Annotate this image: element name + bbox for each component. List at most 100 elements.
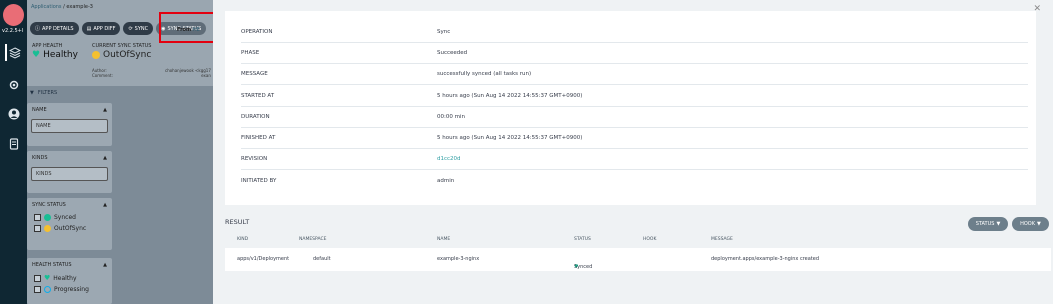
current-sync-label: CURRENT SYNC STATUS — [92, 43, 152, 49]
settings-gear-icon[interactable] — [5, 76, 22, 93]
name-filter-panel: NAME ▲ NAME — [27, 103, 112, 146]
status-filter-label: STATUS — [975, 221, 995, 227]
breadcrumb-applications[interactable]: Applications — [31, 4, 62, 10]
detail-key: PHASE — [241, 50, 260, 56]
sync-label: SYNC — [134, 25, 149, 32]
detail-row: REVISION d1cc20d — [241, 149, 1028, 170]
column-status: STATUS — [574, 237, 591, 242]
out-of-sync-icon — [92, 51, 100, 59]
progressing-option-label: Progressing — [54, 286, 89, 293]
breadcrumb-separator: / — [63, 4, 65, 10]
checkbox[interactable] — [34, 225, 41, 232]
collapse-icon[interactable]: ▲ — [103, 262, 107, 268]
filter-icon: ▼ — [1037, 221, 1041, 227]
detail-key: STARTED AT — [241, 93, 275, 99]
row-kind: apps/v1/Deployment — [237, 256, 290, 262]
app-details-label: APP DETAILS — [42, 25, 74, 32]
comment-label: Comment: — [92, 73, 113, 78]
user-icon[interactable] — [5, 105, 22, 122]
kinds-filter-input[interactable]: KINDS — [31, 167, 108, 181]
app-health: APP HEALTH ♥ Healthy — [32, 43, 78, 60]
synced-icon — [44, 214, 51, 221]
checkbox[interactable] — [34, 274, 41, 282]
hook-filter-button[interactable]: HOOK ▼ — [1012, 217, 1049, 231]
name-filter-label: NAME — [32, 107, 47, 113]
applications-nav-icon[interactable] — [5, 44, 22, 61]
detail-row: FINISHED AT 5 hours ago (Sun Aug 14 2022 … — [241, 128, 1028, 149]
detail-value: 00:00 min — [437, 114, 465, 120]
detail-key: OPERATION — [241, 29, 273, 35]
detail-row: PHASE Succeeded — [241, 43, 1028, 64]
version-label: v2.2.5+l — [2, 28, 24, 34]
detail-value: admin — [437, 178, 455, 184]
out-of-sync-filter-option[interactable]: OutOfSync — [27, 223, 112, 234]
detail-row: MESSAGE successfully synced (all tasks ru… — [241, 64, 1028, 85]
progressing-icon — [44, 286, 51, 293]
docs-icon[interactable] — [5, 135, 22, 152]
kinds-filter-panel: KINDS ▲ KINDS — [27, 151, 112, 193]
breadcrumb-current: example-3 — [66, 4, 93, 10]
left-nav: v2.2.5+l — [0, 0, 27, 304]
heart-icon: ♥ — [44, 274, 51, 282]
row-name: example-3-nginx — [437, 256, 480, 262]
collapse-icon[interactable]: ▲ — [103, 155, 107, 161]
column-name: NAME — [437, 237, 451, 242]
detail-value: 5 hours ago (Sun Aug 14 2022 14:55:37 GM… — [437, 135, 583, 141]
detail-row: STARTED AT 5 hours ago (Sun Aug 14 2022 1… — [241, 86, 1028, 107]
health-status-filter-label: HEALTH STATUS — [32, 262, 72, 268]
commit-message: exan — [201, 73, 211, 78]
checkbox[interactable] — [34, 286, 41, 293]
synced-filter-option[interactable]: Synced — [27, 212, 112, 223]
detail-key: FINISHED AT — [241, 135, 276, 141]
sync-status-filter-label: SYNC STATUS — [32, 202, 66, 208]
row-namespace: default — [313, 256, 331, 262]
table-row: apps/v1/Deployment default example-3-ngi… — [225, 248, 1051, 271]
collapse-icon[interactable]: ▲ — [103, 202, 107, 208]
hook-filter-label: HOOK — [1020, 221, 1036, 227]
sync-status-filter-panel: SYNC STATUS ▲ Synced OutOfSync — [27, 198, 112, 250]
detail-key: INITIATED BY — [241, 178, 277, 184]
app-health-value: Healthy — [43, 50, 78, 60]
kinds-filter-label: KINDS — [32, 155, 48, 161]
info-icon: ⓘ — [35, 26, 41, 32]
argo-logo[interactable] — [3, 4, 24, 26]
detail-value: successfully synced (all tasks run) — [437, 71, 532, 77]
detail-row: OPERATION Sync — [241, 22, 1028, 43]
filters-title: FILTERS — [37, 90, 58, 96]
filter-icon: ▼ — [30, 90, 34, 96]
checkbox[interactable] — [34, 214, 41, 221]
progressing-filter-option[interactable]: Progressing — [27, 284, 112, 295]
out-of-sync-icon — [44, 225, 51, 232]
healthy-filter-option[interactable]: ♥ Healthy — [27, 272, 112, 284]
detail-value: 5 hours ago (Sun Aug 14 2022 14:55:37 GM… — [437, 93, 583, 99]
filters-header: ▼ FILTERS — [30, 90, 57, 96]
detail-row: INITIATED BY admin — [241, 171, 1028, 192]
sync-status-panel: ✕ OPERATION Sync PHASE Succeeded MESSAGE su… — [213, 0, 1053, 304]
out-of-sync-option-label: OutOfSync — [54, 225, 87, 232]
operation-details-card: OPERATION Sync PHASE Succeeded MESSAGE succ… — [225, 11, 1036, 205]
result-title: RESULT — [225, 218, 250, 226]
healthy-option-label: Healthy — [53, 274, 77, 282]
row-message: deployment.apps/example-3-nginx created — [711, 256, 820, 262]
app-health-label: APP HEALTH — [32, 43, 63, 49]
heart-icon: ♥ — [32, 50, 41, 60]
filter-icon: ▼ — [996, 221, 1001, 227]
name-filter-input[interactable]: NAME — [31, 119, 108, 133]
sync-icon: ⟳ — [128, 25, 133, 32]
commit-info: chohanjewook <kgg17 exan — [165, 68, 211, 78]
column-namespace: NAMESPACE — [299, 237, 327, 242]
health-status-filter-panel: HEALTH STATUS ▲ ♥ Healthy Progressing — [27, 258, 112, 304]
app-diff-button[interactable]: ▤ APP DIFF — [81, 22, 121, 35]
revision-link[interactable]: d1cc20d — [437, 156, 461, 162]
sync-button[interactable]: ⟳ SYNC — [123, 22, 154, 35]
column-hook: HOOK — [643, 237, 657, 242]
column-message: MESSAGE — [711, 237, 733, 242]
detail-value: Succeeded — [437, 50, 468, 56]
detail-key: MESSAGE — [241, 71, 268, 77]
status-filter-button[interactable]: STATUS ▼ — [968, 217, 1008, 231]
app-details-button[interactable]: ⓘ APP DETAILS — [30, 22, 79, 35]
detail-value: Sync — [437, 29, 451, 35]
collapse-icon[interactable]: ▲ — [103, 107, 107, 113]
row-status: Synced — [574, 264, 593, 270]
author-info: Author: Comment: — [92, 68, 113, 78]
